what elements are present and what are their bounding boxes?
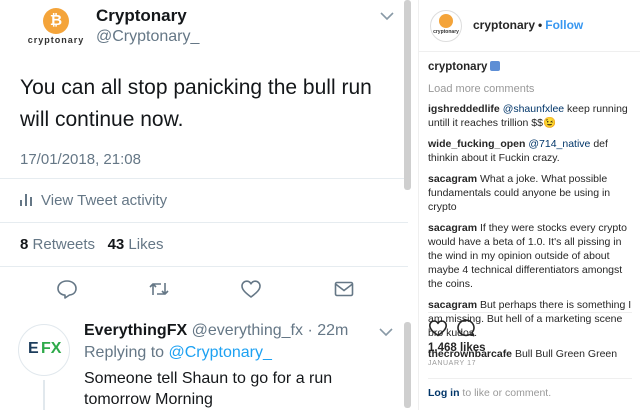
- reply-author-name: EverythingFX: [84, 322, 188, 339]
- caption-username[interactable]: cryptonary: [428, 61, 487, 73]
- bitcoin-coin-icon: [439, 14, 453, 28]
- scrollbar-thumb[interactable]: [404, 0, 411, 190]
- heart-icon[interactable]: [428, 318, 448, 338]
- comment-mention[interactable]: @714_native: [528, 138, 590, 150]
- reply-handle-time: @everything_fx · 22m: [191, 322, 349, 339]
- chevron-down-icon[interactable]: [379, 10, 395, 22]
- retweets-label: Retweets: [32, 236, 96, 253]
- reply-author[interactable]: EverythingFX @everything_fx · 22m: [84, 322, 348, 340]
- reply-tweet[interactable]: E FX EverythingFX @everything_fx · 22m R…: [0, 310, 408, 410]
- avatar-letter: E: [28, 340, 39, 357]
- retweets-stat[interactable]: 8 Retweets: [20, 236, 95, 253]
- login-prompt: Log in to like or comment.: [428, 387, 551, 399]
- comment-mention[interactable]: @shaunfxlee: [503, 103, 564, 115]
- ig-likes-count[interactable]: 1,468 likes: [428, 342, 486, 354]
- thread-line: [43, 380, 45, 410]
- replying-prefix: Replying to: [84, 344, 165, 361]
- ig-comment: wide_fucking_open @714_native def thinki…: [428, 137, 636, 165]
- ig-user-line: cryptonary • Follow: [473, 18, 583, 32]
- comment-username[interactable]: sacagram: [428, 173, 477, 185]
- avatar-letters: FX: [41, 340, 62, 357]
- comment-text: Bull Bull Green Green: [514, 348, 618, 360]
- lock-emoji-icon: [490, 61, 501, 71]
- bar-chart-icon: [20, 194, 32, 206]
- divider: [428, 378, 632, 379]
- login-link[interactable]: Log in: [428, 387, 460, 399]
- author-handle[interactable]: @Cryptonary_: [96, 28, 199, 46]
- instagram-panel: cryptonary cryptonary • Follow cryptonary …: [418, 0, 640, 410]
- ig-avatar[interactable]: cryptonary: [430, 10, 462, 42]
- ig-comment: sacagram If they were stocks every crypt…: [428, 221, 636, 291]
- cryptonary-avatar[interactable]: ₿ cryptonary: [24, 8, 88, 48]
- likes-stat[interactable]: 43 Likes: [108, 236, 164, 253]
- comment-username[interactable]: sacagram: [428, 299, 477, 311]
- reply-text: Someone tell Shaun to go for a run tomor…: [84, 370, 333, 408]
- tweet-header: ₿ cryptonary Cryptonary @Cryptonary_: [14, 6, 404, 50]
- tweet-text: You can all stop panicking the bull run …: [20, 76, 372, 131]
- ig-header: cryptonary cryptonary • Follow: [419, 0, 640, 52]
- tweet-actions: [0, 278, 408, 302]
- direct-message-icon[interactable]: [333, 278, 355, 300]
- login-prompt-text: to like or comment.: [459, 387, 552, 399]
- replying-to: Replying to @Cryptonary_: [84, 344, 272, 362]
- comment-username[interactable]: igshreddedlife: [428, 103, 500, 115]
- twitter-panel: ₿ cryptonary Cryptonary @Cryptonary_ You…: [0, 0, 416, 410]
- load-more-comments-button[interactable]: Load more comments: [428, 82, 636, 96]
- avatar-logo-word: cryptonary: [433, 29, 459, 35]
- divider: [428, 312, 632, 313]
- replying-to-link[interactable]: @Cryptonary_: [169, 344, 272, 361]
- likes-count: 43: [107, 236, 125, 253]
- view-tweet-activity-link[interactable]: View Tweet activity: [20, 192, 167, 209]
- divider: [0, 178, 408, 179]
- ig-username[interactable]: cryptonary: [473, 18, 535, 32]
- heart-icon[interactable]: [240, 278, 262, 300]
- divider: [0, 266, 408, 267]
- ig-post-date: JANUARY 17: [428, 360, 477, 367]
- bitcoin-coin-icon: ₿: [43, 8, 69, 34]
- author-name[interactable]: Cryptonary: [96, 6, 187, 26]
- separator-dot: •: [538, 18, 543, 32]
- comment-username[interactable]: wide_fucking_open: [428, 138, 525, 150]
- comment-username[interactable]: sacagram: [428, 222, 477, 234]
- ig-caption: cryptonary: [428, 60, 636, 74]
- avatar-logo-word: cryptonary: [27, 35, 85, 45]
- likes-label: Likes: [128, 236, 164, 253]
- chevron-down-icon[interactable]: [378, 326, 394, 338]
- reply-icon[interactable]: [56, 278, 78, 300]
- retweet-icon[interactable]: [148, 278, 170, 300]
- tweet-timestamp[interactable]: 17/01/2018, 21:08: [20, 151, 141, 168]
- everythingfx-avatar[interactable]: E FX: [18, 324, 70, 376]
- follow-button[interactable]: Follow: [545, 18, 583, 32]
- ig-comment: sacagram What a joke. What possible fund…: [428, 172, 636, 214]
- divider: [0, 222, 408, 223]
- ig-actions: [428, 318, 632, 342]
- tweet-stats: 8 Retweets 43 Likes: [20, 236, 163, 253]
- ig-comment: igshreddedlife @shaunfxlee keep running …: [428, 102, 636, 130]
- retweets-count: 8: [20, 236, 29, 253]
- comment-icon[interactable]: [456, 318, 476, 338]
- activity-label: View Tweet activity: [41, 192, 168, 209]
- scrollbar-thumb[interactable]: [404, 322, 411, 408]
